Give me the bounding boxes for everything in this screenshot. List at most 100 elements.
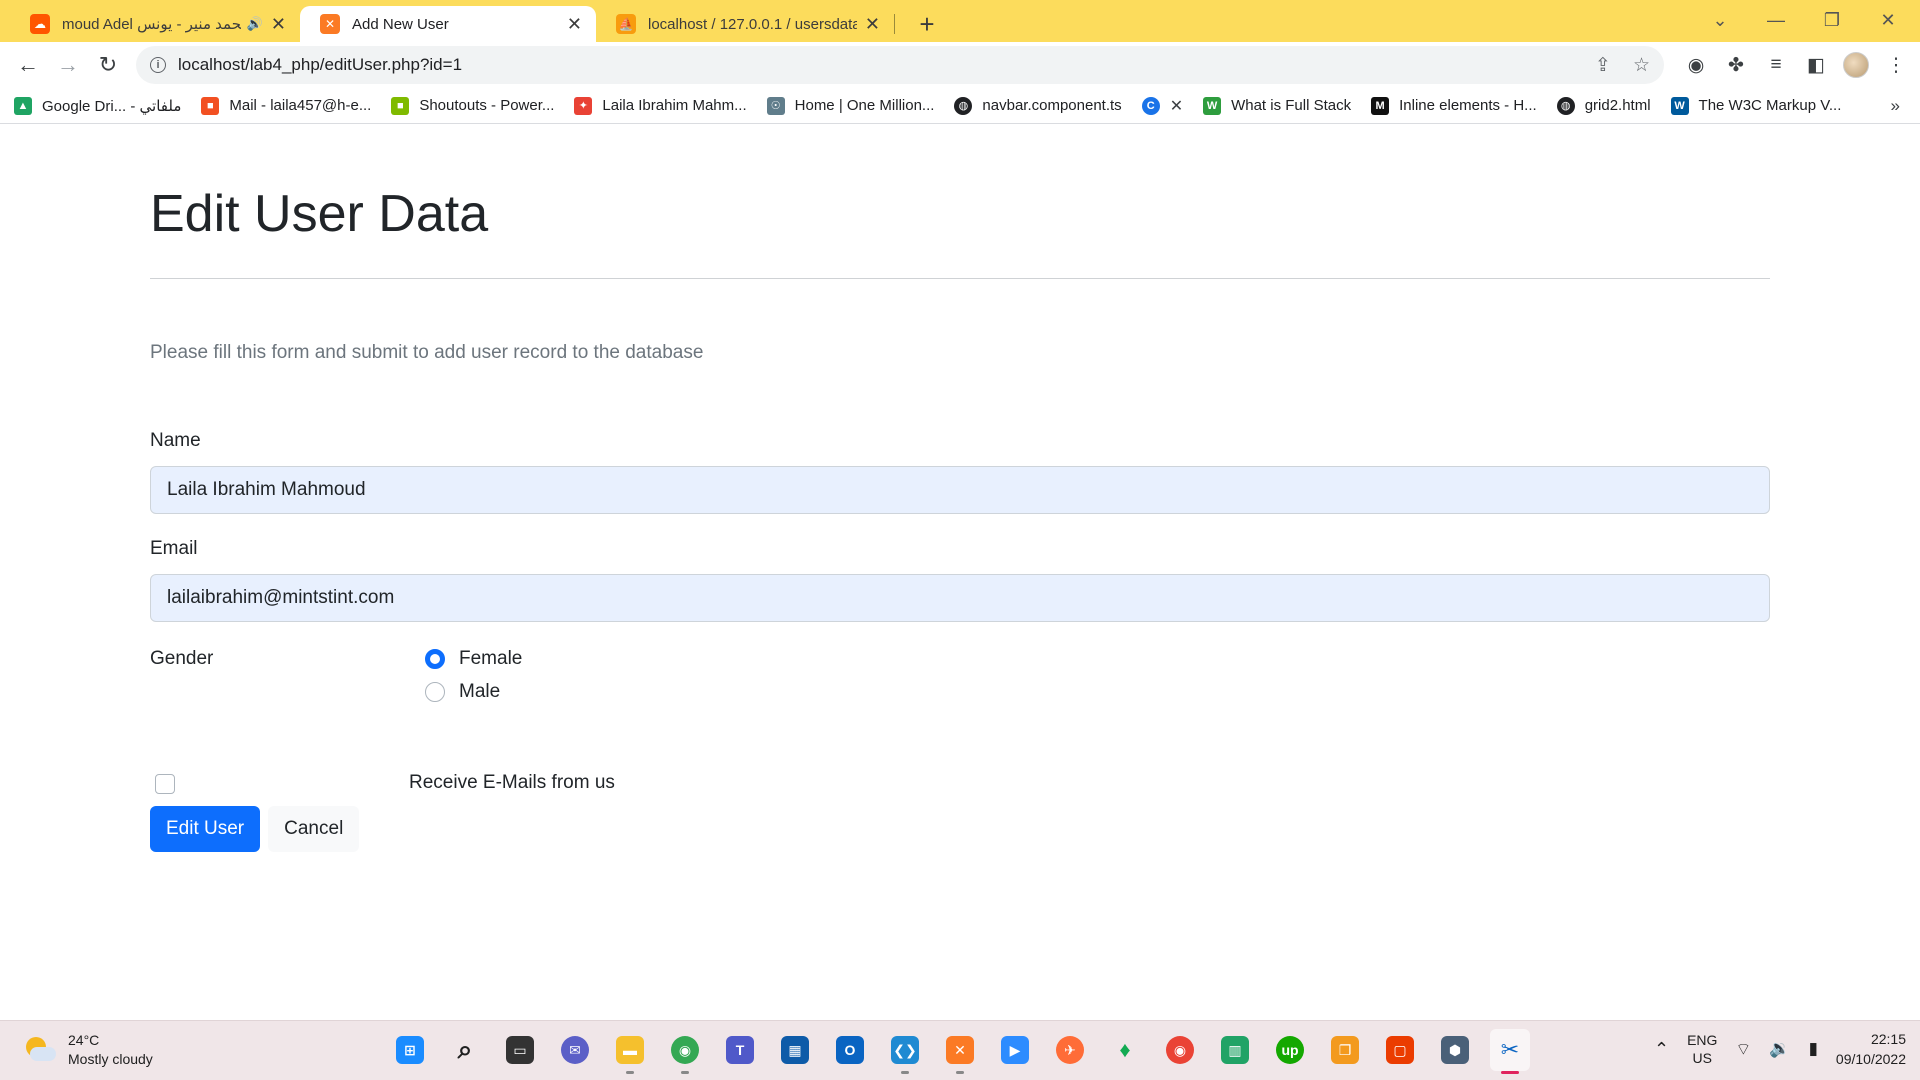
page-title: Edit User Data: [150, 185, 489, 243]
tab-add-new-user[interactable]: ✕ Add New User ✕: [300, 6, 596, 42]
bookmark-w3c[interactable]: W The W3C Markup V...: [1670, 96, 1841, 115]
start-button[interactable]: ⊞: [390, 1029, 430, 1071]
chrome-button[interactable]: ◉: [1160, 1029, 1200, 1071]
browser-toolbar: ← → ↻ i localhost/lab4_php/editUser.php?…: [0, 42, 1920, 88]
clock[interactable]: 22:15 09/10/2022: [1836, 1029, 1906, 1069]
outlook-button[interactable]: O: [830, 1029, 870, 1071]
bookmark-full-stack[interactable]: W What is Full Stack: [1203, 96, 1352, 115]
upwork-icon: up: [1276, 1036, 1304, 1064]
store-icon: ▦: [781, 1036, 809, 1064]
media-icon[interactable]: ≡: [1760, 46, 1792, 84]
zoom-button[interactable]: ▶: [995, 1029, 1035, 1071]
minimize-button[interactable]: —: [1748, 0, 1804, 40]
wifi-icon[interactable]: ⌔: [1735, 1039, 1751, 1060]
snipping-tool-button[interactable]: ✂: [1490, 1029, 1530, 1074]
forward-icon[interactable]: →: [48, 45, 88, 85]
new-tab-button[interactable]: +: [909, 6, 945, 42]
battery-icon[interactable]: ▮: [1809, 1039, 1818, 1059]
close-tab-icon[interactable]: ✕: [865, 14, 880, 35]
reload-icon[interactable]: ↻: [88, 45, 128, 85]
tab-strip: ☁ moud Adel محمد منير - يونس 🔊 ✕ ✕ Add N…: [0, 0, 1920, 42]
temperature: 24°C: [68, 1032, 100, 1048]
chrome-profile-button[interactable]: ◉: [665, 1029, 705, 1074]
side-panel-icon[interactable]: ◧: [1800, 46, 1832, 84]
bookmark-star-icon[interactable]: ☆: [1633, 54, 1650, 77]
url-text[interactable]: localhost/lab4_php/editUser.php?id=1: [178, 55, 462, 75]
file-explorer-button[interactable]: ▬: [610, 1029, 650, 1074]
tab-search-icon[interactable]: ⌄: [1692, 0, 1748, 40]
vscode-button[interactable]: ❮❯: [885, 1029, 925, 1074]
language-indicator[interactable]: ENG US: [1687, 1031, 1717, 1067]
volume-icon[interactable]: 🔉: [1769, 1039, 1790, 1059]
bookmark-label: Shoutouts - Power...: [419, 97, 555, 114]
back-icon[interactable]: ←: [8, 45, 48, 85]
folder-icon: ▬: [616, 1036, 644, 1064]
more-bookmarks-icon[interactable]: »: [1891, 96, 1900, 116]
virtualbox-button[interactable]: ❐: [1325, 1029, 1365, 1071]
email-input[interactable]: lailaibrahim@mintstint.com: [150, 574, 1770, 622]
weather-condition: Mostly cloudy: [68, 1051, 153, 1067]
female-label: Female: [459, 648, 523, 669]
edit-user-button[interactable]: Edit User: [150, 806, 261, 852]
m-icon: M: [1371, 96, 1390, 115]
bookmark-one-million[interactable]: ☉ Home | One Million...: [766, 96, 934, 115]
name-input[interactable]: Laila Ibrahim Mahmoud: [150, 466, 1770, 514]
bookmark-laila[interactable]: ✦ Laila Ibrahim Mahm...: [574, 96, 747, 115]
globe-icon: ◍: [954, 96, 973, 115]
form-description: Please fill this form and submit to add …: [150, 342, 704, 363]
edit-user-page: Edit User Data Please fill this form and…: [150, 124, 1770, 852]
upwork-button[interactable]: up: [1270, 1029, 1310, 1071]
task-view-icon: ▭: [506, 1036, 534, 1064]
teams-button[interactable]: T: [720, 1029, 760, 1071]
postman-button[interactable]: ✈: [1050, 1029, 1090, 1071]
spreadsheet-icon: ▥: [1221, 1036, 1249, 1064]
tab-phpmyadmin[interactable]: ⛵ localhost / 127.0.0.1 / usersdata ✕: [596, 6, 894, 42]
bookmark-shoutouts[interactable]: ■ Shoutouts - Power...: [391, 96, 555, 115]
extensions-icon[interactable]: ✤: [1720, 46, 1752, 84]
bookmark-label: What is Full Stack: [1231, 97, 1352, 114]
weather-widget[interactable]: 24°C Mostly cloudy: [22, 1031, 153, 1069]
bookmark-label: Laila Ibrahim Mahm...: [602, 97, 747, 114]
chrome-icon: ◉: [1166, 1036, 1194, 1064]
chevron-up-icon[interactable]: ⌃: [1654, 1039, 1669, 1060]
bookmark-c[interactable]: C ✕: [1141, 96, 1184, 116]
tab-soundcloud[interactable]: ☁ moud Adel محمد منير - يونس 🔊 ✕: [10, 6, 300, 42]
address-bar[interactable]: i localhost/lab4_php/editUser.php?id=1 ⇪…: [136, 46, 1664, 84]
close-tab-icon[interactable]: ✕: [567, 14, 582, 35]
close-mark-icon: ✕: [1169, 97, 1184, 115]
gender-option-male[interactable]: Male: [425, 681, 500, 703]
bookmark-navbar[interactable]: ◍ navbar.component.ts: [954, 96, 1122, 115]
chat-button[interactable]: ✉: [555, 1029, 595, 1071]
xampp-button[interactable]: ✕: [940, 1029, 980, 1074]
gender-option-female[interactable]: Female: [425, 648, 522, 670]
bookmark-inline-elements[interactable]: M Inline elements - H...: [1371, 96, 1537, 115]
site-info-icon[interactable]: i: [150, 57, 166, 73]
sheets-button[interactable]: ▥: [1215, 1029, 1255, 1071]
speaker-icon[interactable]: 🔊: [247, 16, 263, 32]
cube-icon: ⬢: [1441, 1036, 1469, 1064]
bookmark-google-drive[interactable]: ▲ Google Dri... - ملفاتي: [14, 96, 181, 115]
tab-title: moud Adel محمد منير - يونس: [62, 16, 241, 33]
male-radio[interactable]: [425, 682, 445, 702]
bookmark-grid2[interactable]: ◍ grid2.html: [1556, 96, 1651, 115]
profile-avatar[interactable]: [1840, 46, 1872, 84]
task-view-button[interactable]: ▭: [500, 1029, 540, 1071]
search-button[interactable]: ⌕: [445, 1029, 485, 1071]
female-radio[interactable]: [425, 649, 445, 669]
store-button[interactable]: ▦: [775, 1029, 815, 1071]
zoom-icon: ▶: [1001, 1036, 1029, 1064]
menu-icon[interactable]: ⋮: [1880, 46, 1912, 84]
vmware-button[interactable]: ⬢: [1435, 1029, 1475, 1071]
close-tab-icon[interactable]: ✕: [271, 14, 286, 35]
close-window-button[interactable]: ✕: [1860, 0, 1916, 40]
share-icon[interactable]: ⇪: [1595, 54, 1611, 77]
language-code: ENG: [1687, 1032, 1718, 1048]
bookmark-mail[interactable]: ■ Mail - laila457@h-e...: [201, 96, 371, 115]
office-button[interactable]: ▢: [1380, 1029, 1420, 1071]
email-label: Email: [150, 538, 198, 559]
newsletter-checkbox[interactable]: [155, 774, 175, 794]
restore-button[interactable]: ❐: [1804, 0, 1860, 40]
cancel-button[interactable]: Cancel: [268, 806, 360, 852]
mongodb-button[interactable]: ♦: [1105, 1029, 1145, 1071]
camera-icon[interactable]: ◉: [1680, 46, 1712, 84]
